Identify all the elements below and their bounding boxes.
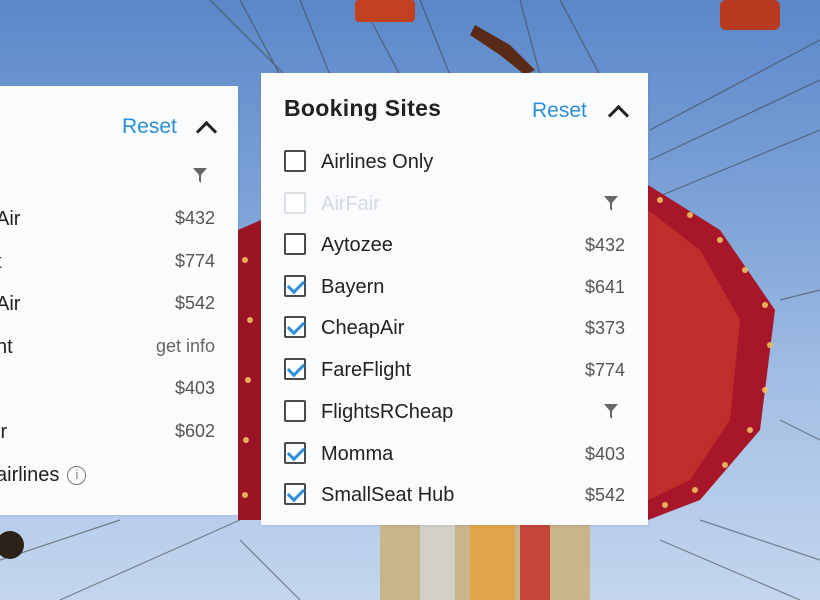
checkbox[interactable] <box>284 233 306 255</box>
get-info-link[interactable]: get info <box>156 336 215 357</box>
site-price: $774 <box>174 251 215 271</box>
checkbox <box>284 192 306 214</box>
site-price: $373 <box>584 318 625 338</box>
checkmark-icon <box>286 358 306 378</box>
airlines-label: airlines <box>0 464 60 486</box>
site-name: Air <box>0 293 21 315</box>
site-price: $774 <box>584 360 625 380</box>
chevron-up-icon[interactable] <box>195 120 218 143</box>
site-name: Aytozee <box>321 234 393 256</box>
site-price: $432 <box>584 235 625 255</box>
booking-site-item[interactable]: Airlines Only <box>261 145 648 183</box>
left-filter-panel: Reset Air $432 t $774 Air $542 ht get in… <box>0 86 238 515</box>
site-name: SmallSeat Hub <box>321 484 455 506</box>
filter-icon[interactable] <box>604 196 618 212</box>
site-name: ht <box>0 336 13 358</box>
checkmark-icon <box>286 442 306 462</box>
site-name: Air <box>0 208 21 230</box>
site-name: Momma <box>321 443 394 465</box>
site-name: FlightsRCheap <box>321 401 454 423</box>
checkbox[interactable] <box>284 442 306 464</box>
chevron-up-icon[interactable] <box>607 104 630 127</box>
filter-icon[interactable] <box>193 168 207 184</box>
site-name: CheapAir <box>321 317 405 339</box>
info-icon[interactable]: i <box>67 466 87 486</box>
booking-site-item[interactable]: Momma $403 <box>261 437 648 475</box>
booking-site-item[interactable]: Aytozee $432 <box>261 228 648 266</box>
site-name: FareFlight <box>321 359 412 381</box>
booking-site-item[interactable]: FareFlight $774 <box>261 353 648 391</box>
checkbox[interactable] <box>284 483 306 505</box>
panel-title: Booking Sites <box>284 95 442 121</box>
booking-site-item: AirFair <box>261 187 648 225</box>
site-name: t <box>0 251 2 274</box>
booking-sites-panel: Booking Sites Reset Airlines Only AirFai… <box>261 73 648 525</box>
booking-site-item[interactable]: Bayern $641 <box>261 270 648 308</box>
site-price: $602 <box>174 421 215 441</box>
booking-site-item[interactable]: FlightsRCheap <box>261 395 648 433</box>
site-name: AirFair <box>321 193 380 215</box>
reset-link[interactable]: Reset <box>532 99 587 123</box>
site-price: $641 <box>584 277 625 297</box>
checkmark-icon <box>286 316 306 336</box>
site-price: $403 <box>174 378 215 398</box>
site-name: ir <box>0 421 8 443</box>
checkmark-icon <box>286 275 306 295</box>
site-name: Airlines Only <box>321 151 434 173</box>
site-price: $542 <box>584 485 625 505</box>
checkbox[interactable] <box>284 316 306 338</box>
site-name: Bayern <box>321 276 385 298</box>
booking-site-item[interactable]: SmallSeat Hub $542 <box>261 478 648 516</box>
checkbox[interactable] <box>284 275 306 297</box>
site-price: $403 <box>584 444 625 464</box>
checkbox[interactable] <box>284 358 306 380</box>
booking-site-item[interactable]: CheapAir $373 <box>261 311 648 349</box>
site-price: $432 <box>174 208 215 228</box>
checkbox[interactable] <box>284 150 306 172</box>
checkbox[interactable] <box>284 400 306 422</box>
reset-link[interactable]: Reset <box>122 115 177 139</box>
filter-icon[interactable] <box>604 404 618 420</box>
checkmark-icon <box>286 483 306 503</box>
site-price: $542 <box>174 293 215 313</box>
